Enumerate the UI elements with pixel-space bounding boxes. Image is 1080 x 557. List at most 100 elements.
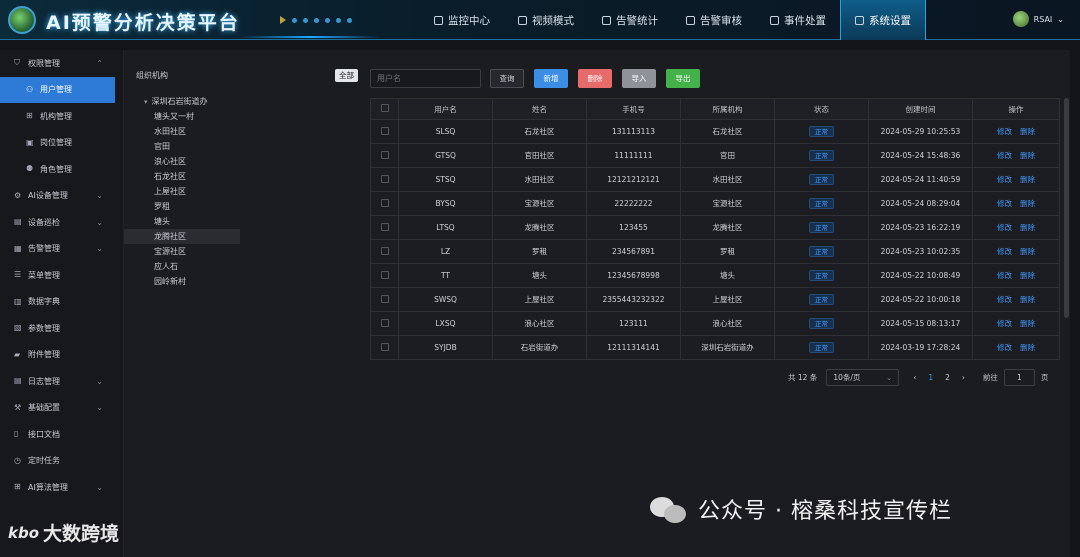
org-all-button[interactable]: 全部	[335, 69, 358, 82]
delete-link[interactable]: 删除	[1020, 223, 1035, 232]
table-row[interactable]: SLSQ 石龙社区 131113113 石龙社区 正常 2024-05-29 10:25:…	[370, 119, 1060, 144]
edit-link[interactable]: 修改	[997, 127, 1012, 136]
sidebar-item-folder[interactable]: ▰ 附件管理	[0, 342, 123, 369]
sidebar-item-role[interactable]: ⚉ 角色管理	[0, 156, 123, 183]
sidebar-item-alarm[interactable]: ▦ 告警管理 ⌄	[0, 236, 123, 263]
sidebar-item-log[interactable]: ▤ 日志管理 ⌄	[0, 368, 123, 395]
sidebar-item-label: 参数管理	[28, 323, 60, 333]
edit-link[interactable]: 修改	[997, 199, 1012, 208]
edit-link[interactable]: 修改	[997, 247, 1012, 256]
row-checkbox[interactable]	[380, 174, 389, 183]
tree-node[interactable]: 龙腾社区	[124, 229, 240, 244]
tree-node[interactable]: 园岭新村	[124, 274, 240, 289]
page-1[interactable]: 1	[928, 373, 933, 382]
query-button[interactable]: 查询	[490, 69, 524, 88]
table-row[interactable]: TT 塘头 12345678998 塘头 正常 2024-05-22 10:08:49 修改…	[370, 263, 1060, 288]
table-cell: 石龙社区	[492, 119, 587, 144]
sidebar-item-algo[interactable]: ⊞ AI算法管理 ⌄	[0, 474, 123, 501]
nav-event[interactable]: 事件处置	[756, 0, 840, 40]
row-checkbox[interactable]	[380, 198, 389, 207]
edit-link[interactable]: 修改	[997, 151, 1012, 160]
tree-node[interactable]: 石龙社区	[124, 169, 240, 184]
tree-node[interactable]: 官田	[124, 139, 240, 154]
delete-button[interactable]: 删除	[578, 69, 612, 88]
sidebar-item-user[interactable]: ⚇ 用户管理	[0, 76, 115, 103]
nav-chart[interactable]: 告警统计	[588, 0, 672, 40]
tree-root[interactable]: ▾ 深圳石岩街道办	[144, 94, 244, 109]
brand-logo: kbo	[8, 523, 40, 542]
nav-warning[interactable]: 告警审核	[672, 0, 756, 40]
edit-link[interactable]: 修改	[997, 223, 1012, 232]
edit-link[interactable]: 修改	[997, 295, 1012, 304]
goto-page-input[interactable]: 1	[1003, 369, 1035, 386]
row-checkbox[interactable]	[380, 318, 389, 327]
tree-node[interactable]: 宝源社区	[124, 244, 240, 259]
delete-link[interactable]: 删除	[1020, 175, 1035, 184]
tree-node[interactable]: 水田社区	[124, 124, 240, 139]
delete-link[interactable]: 删除	[1020, 127, 1035, 136]
table-row[interactable]: BYSQ 宝源社区 22222222 宝源社区 正常 2024-05-24 08:29:0…	[370, 191, 1060, 216]
sidebar-item-menu[interactable]: ☰ 菜单管理	[0, 262, 123, 289]
export-button[interactable]: 导出	[666, 69, 700, 88]
edit-link[interactable]: 修改	[997, 175, 1012, 184]
edit-link[interactable]: 修改	[997, 271, 1012, 280]
table-cell: 2355443232322	[586, 287, 681, 312]
sidebar-item-shield[interactable]: ⛉ 权限管理 ⌃	[0, 50, 123, 77]
table-row[interactable]: SYJDB 石岩街道办 12111314141 深圳石岩街道办 正常 2024-03-19…	[370, 335, 1060, 360]
select-all-checkbox[interactable]	[380, 104, 389, 112]
row-checkbox[interactable]	[380, 342, 389, 351]
tree-node[interactable]: 浪心社区	[124, 154, 240, 169]
row-checkbox[interactable]	[380, 270, 389, 279]
row-checkbox[interactable]	[380, 126, 389, 135]
tree-node[interactable]: 罗租	[124, 199, 240, 214]
sidebar-item-dict[interactable]: ▥ 数据字典	[0, 289, 123, 316]
sidebar-item-device[interactable]: ⚙ AI设备管理 ⌄	[0, 183, 123, 210]
sidebar-item-post[interactable]: ▣ 岗位管理	[0, 130, 123, 157]
nav-monitor[interactable]: 监控中心	[420, 0, 504, 40]
user-menu[interactable]: RSAI ⌄	[1012, 11, 1064, 27]
row-checkbox[interactable]	[380, 150, 389, 159]
tree-node[interactable]: 应人石	[124, 259, 240, 274]
table-row[interactable]: STSQ 水田社区 12121212121 水田社区 正常 2024-05-24 11:4…	[370, 167, 1060, 192]
delete-link[interactable]: 删除	[1020, 343, 1035, 352]
nav-video[interactable]: 视频模式	[504, 0, 588, 40]
sidebar-item-wrench[interactable]: ⚒ 基础配置 ⌄	[0, 395, 123, 422]
row-checkbox[interactable]	[380, 246, 389, 255]
delete-link[interactable]: 删除	[1020, 199, 1035, 208]
scrollbar[interactable]	[1064, 98, 1069, 318]
sidebar-item-clock[interactable]: ◷ 定时任务	[0, 448, 123, 475]
page-size-select[interactable]: 10条/页 ⌄	[826, 369, 900, 386]
page-2[interactable]: 2	[945, 373, 950, 382]
param-icon: ▧	[14, 323, 22, 333]
table-cell: LZ	[398, 239, 493, 264]
edit-link[interactable]: 修改	[997, 343, 1012, 352]
post-icon: ▣	[26, 137, 34, 147]
delete-link[interactable]: 删除	[1020, 319, 1035, 328]
table-row[interactable]: GTSQ 官田社区 11111111 官田 正常 2024-05-24 15:48:36 修…	[370, 143, 1060, 168]
next-page-icon[interactable]: ›	[962, 373, 965, 382]
tree-node[interactable]: 塘头又一村	[124, 109, 240, 124]
table-row[interactable]: LXSQ 浪心社区 123111 浪心社区 正常 2024-05-15 08:13:17 修…	[370, 311, 1060, 336]
row-checkbox[interactable]	[380, 222, 389, 231]
row-checkbox[interactable]	[380, 294, 389, 303]
sidebar-item-inspect[interactable]: ▤ 设备巡检 ⌄	[0, 209, 123, 236]
delete-link[interactable]: 删除	[1020, 295, 1035, 304]
edit-link[interactable]: 修改	[997, 319, 1012, 328]
delete-link[interactable]: 删除	[1020, 247, 1035, 256]
sidebar-item-org[interactable]: ⊞ 机构管理	[0, 103, 123, 130]
table-row[interactable]: SWSQ 上屋社区 2355443232322 上屋社区 正常 2024-05-22 10…	[370, 287, 1060, 312]
sidebar-item-doc[interactable]: ▯ 接口文档	[0, 421, 123, 448]
table-row[interactable]: LTSQ 龙腾社区 123455 龙腾社区 正常 2024-05-23 16:22:19 修…	[370, 215, 1060, 240]
prev-page-icon[interactable]: ‹	[913, 373, 916, 382]
username-search-input[interactable]	[370, 69, 481, 88]
tree-node[interactable]: 上屋社区	[124, 184, 240, 199]
table-row[interactable]: LZ 罗租 234567891 罗租 正常 2024-05-23 10:02:35 修改 删除	[370, 239, 1060, 264]
sidebar-item-param[interactable]: ▧ 参数管理	[0, 315, 123, 342]
chevron-down-icon: ⌄	[96, 191, 103, 201]
tree-node[interactable]: 塘头	[124, 214, 240, 229]
delete-link[interactable]: 删除	[1020, 271, 1035, 280]
delete-link[interactable]: 删除	[1020, 151, 1035, 160]
import-button[interactable]: 导入	[622, 69, 656, 88]
add-button[interactable]: 新增	[534, 69, 568, 88]
nav-gear[interactable]: 系统设置	[840, 0, 926, 40]
